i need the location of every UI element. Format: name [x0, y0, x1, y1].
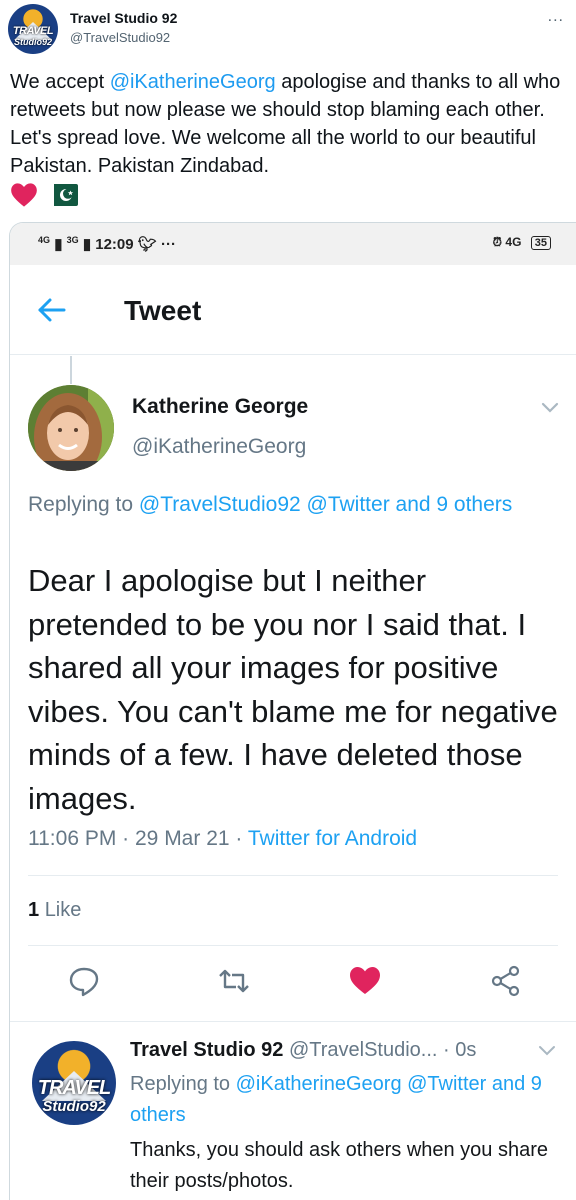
- status-left: 4G ▮ 3G ▮ 12:09 🐦︎ ···: [38, 235, 176, 253]
- reply-header: Travel Studio 92 @TravelStudio... · 0s: [130, 1039, 477, 1061]
- outer-tweet-header: TRAVEL Studio92 Travel Studio 92 @Travel…: [8, 4, 568, 56]
- status-network: 4G: [505, 235, 522, 249]
- status-right: ⏰︎ 4G 35: [493, 235, 551, 250]
- battery-icon: 35: [530, 236, 551, 250]
- reply-avatar-logo-bottom: Studio92: [42, 1098, 106, 1115]
- signal-bars-icon-2: ▮: [82, 236, 92, 253]
- divider: [28, 875, 558, 876]
- more-options-icon[interactable]: ...: [548, 8, 564, 26]
- reply-author-name[interactable]: Travel Studio 92: [130, 1039, 283, 1061]
- back-arrow-icon[interactable]: [36, 295, 68, 325]
- reply-avatar[interactable]: TRAVEL Studio92: [32, 1041, 116, 1125]
- tweet-body: Dear I apologise but I neither pretended…: [28, 563, 558, 816]
- likes-count: 1: [28, 899, 40, 921]
- reply-avatar-logo-top: TRAVEL: [37, 1077, 112, 1099]
- status-extra: ···: [161, 236, 177, 253]
- signal-2: 3G: [66, 235, 79, 245]
- retweet-icon[interactable]: [216, 963, 252, 999]
- avatar-logo-text-bottom: Studio92: [13, 37, 52, 47]
- phone-status-bar: 4G ▮ 3G ▮ 12:09 🐦︎ ··· ⏰︎ 4G 35: [10, 223, 576, 265]
- replying-targets-link[interactable]: @TravelStudio92 @Twitter and 9 others: [139, 493, 512, 516]
- action-bar: [10, 963, 576, 1007]
- replying-prefix: Replying to: [28, 493, 139, 516]
- travel-studio-avatar[interactable]: TRAVEL Studio92: [8, 4, 58, 54]
- like-heart-icon[interactable]: [347, 963, 383, 999]
- tweet-meta: 11:06 PM · 29 Mar 21 · Twitter for Andro…: [28, 827, 418, 850]
- outer-handle[interactable]: @TravelStudio92: [70, 30, 170, 45]
- tweet-time: 11:06 PM: [28, 827, 117, 850]
- divider-2: [28, 945, 558, 946]
- replying-to: Replying to @TravelStudio92 @Twitter and…: [28, 489, 548, 520]
- likes-label: Like: [44, 899, 82, 921]
- page-title: Tweet: [124, 295, 202, 326]
- flag-crescent-star: [60, 188, 74, 201]
- embedded-screenshot[interactable]: 4G ▮ 3G ▮ 12:09 🐦︎ ··· ⏰︎ 4G 35 Tweet Ka…: [9, 222, 576, 1200]
- author-name[interactable]: Katherine George: [132, 395, 308, 419]
- outer-tweet-text: We accept @iKatherineGeorg apologise and…: [10, 68, 566, 180]
- app-bar: Tweet: [10, 265, 576, 355]
- pakistan-flag-icon: [46, 184, 78, 206]
- reply-body: Thanks, you should ask others when you s…: [130, 1139, 549, 1192]
- tweet-source-link[interactable]: Twitter for Android: [248, 827, 417, 850]
- outer-mention-link[interactable]: @iKatherineGeorg: [110, 71, 276, 93]
- alarm-icon: ⏰︎: [492, 235, 503, 249]
- katherine-avatar[interactable]: [28, 385, 114, 471]
- reply-replying-prefix: Replying to: [130, 1073, 236, 1095]
- reply-age: 0s: [455, 1039, 477, 1061]
- divider-3: [10, 1021, 576, 1022]
- outer-display-name[interactable]: Travel Studio 92: [70, 10, 177, 26]
- thread-connector-line: [70, 356, 72, 384]
- reply-replying-to: Replying to @iKatherineGeorg @Twitter an…: [130, 1069, 560, 1131]
- reply-chevron-down-icon[interactable]: [538, 1045, 556, 1057]
- share-icon[interactable]: [488, 963, 524, 999]
- chevron-down-icon[interactable]: [540, 401, 560, 415]
- likes-summary[interactable]: 1 Like: [28, 899, 81, 922]
- reply-author-handle[interactable]: @TravelStudio...: [289, 1039, 438, 1061]
- author-handle[interactable]: @iKatherineGeorg: [132, 435, 306, 459]
- avatar-logo-text-top: TRAVEL: [12, 25, 54, 37]
- twitter-bird-icon: 🐦︎: [137, 236, 157, 253]
- signal-bars-icon: ▮: [54, 236, 63, 253]
- red-heart-icon: [11, 183, 37, 207]
- reply-icon[interactable]: [66, 963, 102, 999]
- signal-1: 4G: [38, 235, 51, 245]
- tweet-date: 29 Mar 21: [135, 827, 230, 850]
- status-time: 12:09: [95, 236, 134, 253]
- outer-text-before: We accept: [10, 71, 110, 93]
- portrait-image: [28, 385, 114, 471]
